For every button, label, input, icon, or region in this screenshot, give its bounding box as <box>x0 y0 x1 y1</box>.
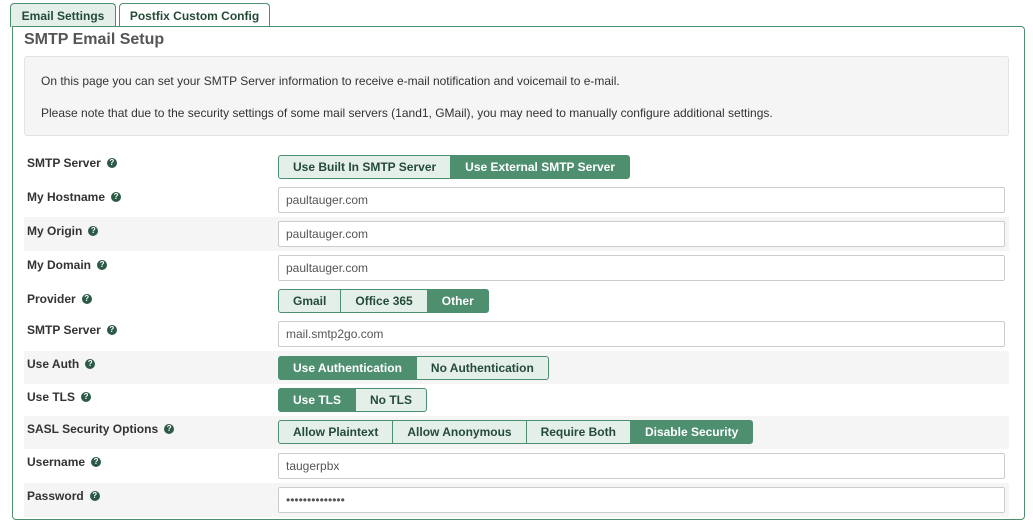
smtp-server-input[interactable] <box>278 321 1005 347</box>
sasl-toggle: Allow Plaintext Allow Anonymous Require … <box>278 420 754 444</box>
label-text: Username <box>27 455 86 469</box>
info-text-1: On this page you can set your SMTP Serve… <box>41 74 620 88</box>
info-text-2: Please note that due to the security set… <box>41 106 773 120</box>
hostname-input[interactable] <box>278 187 1005 213</box>
no-authentication-button[interactable]: No Authentication <box>415 356 549 380</box>
field-label: Use TLS? <box>27 390 92 404</box>
page-title: SMTP Email Setup <box>24 31 165 48</box>
label-text: SMTP Server <box>27 156 101 170</box>
use-tls-button[interactable]: Use TLS <box>278 388 357 412</box>
question-circle-icon[interactable]: ? <box>85 358 96 369</box>
row-password: Password? <box>24 483 1009 517</box>
label-text: Use TLS <box>27 390 76 404</box>
label-text: Use Auth <box>27 357 80 371</box>
question-circle-icon[interactable]: ? <box>89 490 100 501</box>
username-input[interactable] <box>278 453 1005 479</box>
label-text: My Domain <box>27 258 92 272</box>
question-circle-icon[interactable]: ? <box>81 293 92 304</box>
allow-plaintext-button[interactable]: Allow Plaintext <box>278 420 394 444</box>
field-label: Use Auth? <box>27 357 96 371</box>
require-both-button[interactable]: Require Both <box>525 420 631 444</box>
use-auth-toggle: Use Authentication No Authentication <box>278 356 549 380</box>
label-text: SASL Security Options <box>27 422 159 436</box>
label-text: My Hostname <box>27 190 106 204</box>
use-external-smtp-button[interactable]: Use External SMTP Server <box>450 155 631 179</box>
question-circle-icon[interactable]: ? <box>106 157 117 168</box>
question-circle-icon[interactable]: ? <box>88 225 99 236</box>
field-label: My Origin? <box>27 224 99 238</box>
row-hostname: My Hostname? <box>24 183 1009 217</box>
row-domain: My Domain? <box>24 251 1009 285</box>
row-username: Username? <box>24 449 1009 483</box>
settings-panel: SMTP Email Setup On this page you can se… <box>12 26 1025 520</box>
row-provider: Provider? Gmail Office 365 Other <box>24 285 1009 317</box>
label-text: My Origin <box>27 224 83 238</box>
field-label: SMTP Server? <box>27 323 117 337</box>
no-tls-button[interactable]: No TLS <box>355 388 428 412</box>
use-tls-toggle: Use TLS No TLS <box>278 388 428 412</box>
allow-anonymous-button[interactable]: Allow Anonymous <box>392 420 527 444</box>
provider-office365-button[interactable]: Office 365 <box>340 289 428 313</box>
field-label: My Hostname? <box>27 190 122 204</box>
question-circle-icon[interactable]: ? <box>106 324 117 335</box>
password-input[interactable] <box>278 487 1005 513</box>
row-use-auth: Use Auth? Use Authentication No Authenti… <box>24 351 1009 384</box>
question-circle-icon[interactable]: ? <box>81 391 92 402</box>
question-circle-icon[interactable]: ? <box>111 191 122 202</box>
smtp-server-mode-toggle: Use Built In SMTP Server Use External SM… <box>278 155 631 179</box>
label-text: SMTP Server <box>27 323 101 337</box>
domain-input[interactable] <box>278 255 1005 281</box>
row-smtp-server-mode: SMTP Server? Use Built In SMTP Server Us… <box>24 149 1009 181</box>
row-use-tls: Use TLS? Use TLS No TLS <box>24 384 1009 416</box>
field-label: Password? <box>27 489 100 503</box>
label-text: Password <box>27 489 84 503</box>
field-label: Provider? <box>27 292 92 306</box>
use-built-in-smtp-button[interactable]: Use Built In SMTP Server <box>278 155 452 179</box>
use-authentication-button[interactable]: Use Authentication <box>278 356 417 380</box>
question-circle-icon[interactable]: ? <box>97 259 108 270</box>
provider-toggle: Gmail Office 365 Other <box>278 289 489 313</box>
info-box: On this page you can set your SMTP Serve… <box>24 56 1009 136</box>
tab-email-settings[interactable]: Email Settings <box>10 3 116 27</box>
label-text: Provider <box>27 292 76 306</box>
disable-security-button[interactable]: Disable Security <box>629 420 754 444</box>
question-circle-icon[interactable]: ? <box>164 423 175 434</box>
origin-input[interactable] <box>278 221 1005 247</box>
question-circle-icon[interactable]: ? <box>91 456 102 467</box>
field-label: SMTP Server? <box>27 156 117 170</box>
row-smtp-server-host: SMTP Server? <box>24 317 1009 351</box>
tab-postfix-custom-config[interactable]: Postfix Custom Config <box>119 3 270 27</box>
field-label: SASL Security Options? <box>27 422 175 436</box>
row-origin: My Origin? <box>24 217 1009 251</box>
field-label: Username? <box>27 455 102 469</box>
row-sasl: SASL Security Options? Allow Plaintext A… <box>24 416 1009 449</box>
field-label: My Domain? <box>27 258 108 272</box>
provider-gmail-button[interactable]: Gmail <box>278 289 342 313</box>
provider-other-button[interactable]: Other <box>426 289 489 313</box>
